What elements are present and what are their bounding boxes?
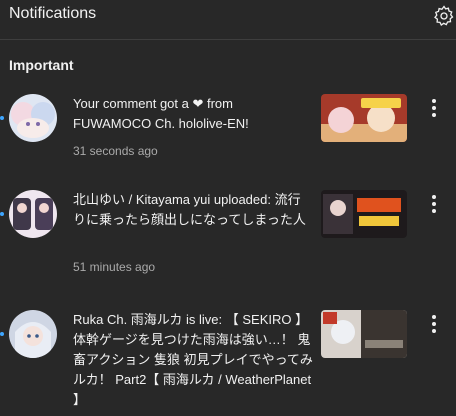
more-options-icon[interactable]: [424, 96, 444, 120]
notification-time: 31 seconds ago: [73, 144, 158, 158]
notification-text[interactable]: Your comment got a ❤ from FUWAMOCO Ch. h…: [73, 94, 313, 134]
unread-indicator: [0, 332, 4, 336]
video-thumbnail[interactable]: [321, 94, 407, 142]
more-options-icon[interactable]: [424, 192, 444, 216]
notification-text[interactable]: 北山ゆい / Kitayama yui uploaded: 流行りに乗ったら顔出…: [73, 190, 313, 230]
notifications-header: Notifications: [0, 0, 456, 40]
page-title: Notifications: [9, 5, 97, 22]
notification-item[interactable]: 北山ゆい / Kitayama yui uploaded: 流行りに乗ったら顔出…: [0, 190, 456, 280]
notification-text[interactable]: Ruka Ch. 雨海ルカ is live: 【 SEKIRO 】体幹ゲージを見…: [73, 310, 313, 410]
notification-item[interactable]: Ruka Ch. 雨海ルカ is live: 【 SEKIRO 】体幹ゲージを見…: [0, 310, 456, 410]
video-thumbnail[interactable]: [321, 190, 407, 238]
gear-icon[interactable]: [432, 4, 456, 28]
more-options-icon[interactable]: [424, 312, 444, 336]
notification-item[interactable]: Your comment got a ❤ from FUWAMOCO Ch. h…: [0, 94, 456, 164]
unread-indicator: [0, 212, 4, 216]
avatar[interactable]: [9, 94, 57, 142]
avatar[interactable]: [9, 310, 57, 358]
notification-time: 51 minutes ago: [73, 260, 156, 274]
avatar[interactable]: [9, 190, 57, 238]
section-heading-important: Important: [9, 57, 74, 73]
video-thumbnail[interactable]: [321, 310, 407, 358]
unread-indicator: [0, 116, 4, 120]
